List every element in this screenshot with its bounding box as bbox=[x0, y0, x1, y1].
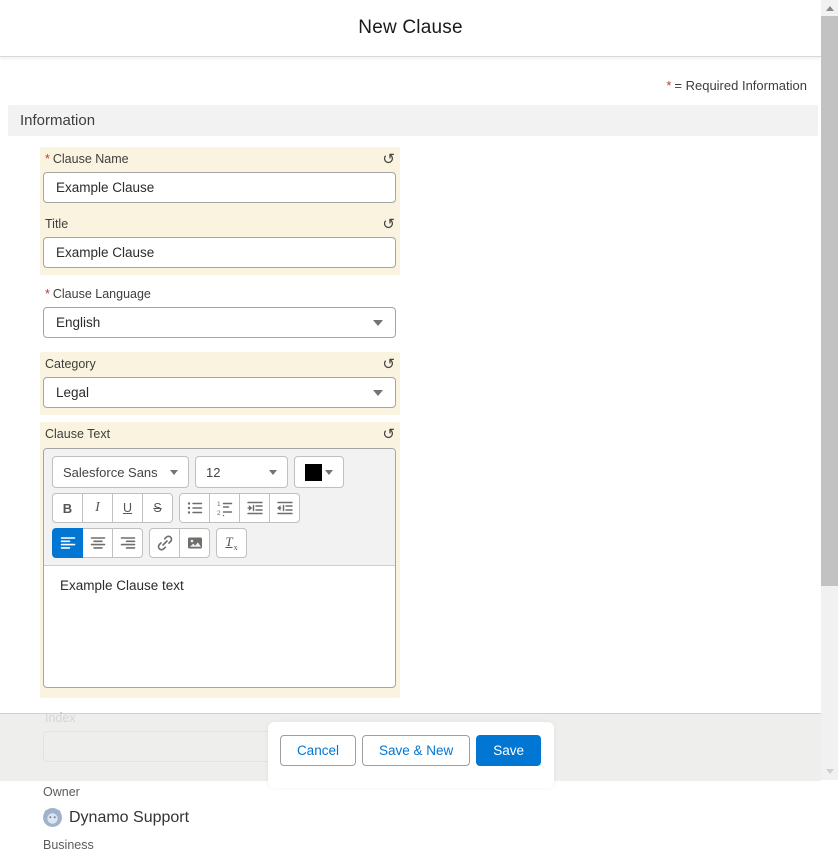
owner-section: Owner Dynamo Support Business bbox=[43, 783, 838, 852]
form-column: *Clause Name ↺ Title ↺ *Clause Language … bbox=[40, 147, 400, 769]
align-button-group bbox=[52, 528, 143, 558]
modal-header: New Clause bbox=[0, 0, 821, 57]
align-center-icon[interactable] bbox=[82, 528, 113, 558]
field-clause-text: Clause Text ↺ Salesforce Sans 12 bbox=[40, 422, 400, 698]
bold-button[interactable]: B bbox=[52, 493, 83, 523]
footer-button-panel: Cancel Save & New Save bbox=[268, 722, 554, 788]
rte-toolbar-row-3: Tx bbox=[52, 528, 387, 558]
docked-footer: Cancel Save & New Save bbox=[0, 713, 821, 781]
clause-name-label-row: *Clause Name ↺ bbox=[43, 150, 396, 172]
required-asterisk: * bbox=[45, 152, 50, 166]
chevron-down-icon bbox=[373, 390, 383, 396]
font-family-select[interactable]: Salesforce Sans bbox=[52, 456, 189, 488]
color-swatch bbox=[305, 464, 322, 481]
image-icon[interactable] bbox=[179, 528, 210, 558]
svg-text:2: 2 bbox=[217, 510, 221, 517]
category-select[interactable]: Legal bbox=[43, 377, 396, 408]
format-button-group: B I U S bbox=[52, 493, 173, 523]
clause-name-label: *Clause Name bbox=[45, 152, 129, 167]
list-button-group: 1 2 bbox=[179, 493, 300, 523]
section-title: Information bbox=[20, 112, 95, 129]
undo-icon[interactable]: ↺ bbox=[382, 427, 395, 441]
chevron-down-icon bbox=[325, 470, 333, 475]
owner-value: Dynamo Support bbox=[69, 809, 189, 827]
undo-icon[interactable]: ↺ bbox=[382, 357, 395, 371]
chevron-down-icon bbox=[170, 470, 178, 475]
category-label-row: Category ↺ bbox=[43, 355, 396, 377]
save-and-new-button[interactable]: Save & New bbox=[362, 735, 470, 766]
field-group-name-title: *Clause Name ↺ Title ↺ bbox=[40, 147, 400, 275]
font-size-value: 12 bbox=[206, 465, 220, 480]
required-info-note: *= Required Information bbox=[0, 78, 807, 94]
align-right-icon[interactable] bbox=[112, 528, 143, 558]
clause-language-select[interactable]: English bbox=[43, 307, 396, 338]
required-note-text: = Required Information bbox=[674, 78, 807, 93]
clause-text-label: Clause Text bbox=[45, 427, 110, 442]
clause-text-label-row: Clause Text ↺ bbox=[43, 425, 396, 447]
strikethrough-button[interactable]: S bbox=[142, 493, 173, 523]
clause-language-label: *Clause Language bbox=[45, 287, 151, 302]
rte-toolbar-row-2: B I U S bbox=[52, 493, 387, 523]
avatar bbox=[43, 808, 62, 827]
align-left-icon[interactable] bbox=[52, 528, 83, 558]
page-title: New Clause bbox=[358, 17, 462, 39]
owner-row: Dynamo Support bbox=[43, 808, 838, 827]
section-header-information: Information bbox=[8, 105, 818, 136]
insert-button-group bbox=[149, 528, 210, 558]
indent-icon[interactable] bbox=[239, 493, 270, 523]
clause-text-editor-body[interactable]: Example Clause text bbox=[44, 566, 395, 687]
rte-toolbar: Salesforce Sans 12 B bbox=[44, 449, 395, 566]
link-icon[interactable] bbox=[149, 528, 180, 558]
undo-icon[interactable]: ↺ bbox=[382, 152, 395, 166]
category-label: Category bbox=[45, 357, 96, 372]
font-family-value: Salesforce Sans bbox=[63, 465, 158, 480]
required-asterisk: * bbox=[45, 287, 50, 301]
chevron-down-icon bbox=[373, 320, 383, 326]
category-value: Legal bbox=[56, 385, 89, 400]
font-size-select[interactable]: 12 bbox=[195, 456, 288, 488]
italic-button[interactable]: I bbox=[82, 493, 113, 523]
business-label: Business bbox=[43, 838, 838, 852]
scroll-down-arrow-icon[interactable] bbox=[821, 763, 838, 780]
field-category: Category ↺ Legal bbox=[40, 352, 400, 415]
scrollbar-thumb[interactable] bbox=[821, 16, 838, 586]
numbered-list-icon[interactable]: 1 2 bbox=[209, 493, 240, 523]
text-color-button[interactable] bbox=[294, 456, 344, 488]
rte-toolbar-row-1: Salesforce Sans 12 bbox=[52, 456, 387, 488]
clear-formatting-icon[interactable]: Tx bbox=[216, 528, 247, 558]
title-input[interactable] bbox=[43, 237, 396, 268]
bullet-list-icon[interactable] bbox=[179, 493, 210, 523]
vertical-scrollbar[interactable] bbox=[821, 0, 838, 780]
field-clause-language: *Clause Language English bbox=[40, 282, 400, 345]
title-label: Title bbox=[45, 217, 68, 232]
svg-text:1: 1 bbox=[217, 501, 221, 508]
underline-button[interactable]: U bbox=[112, 493, 143, 523]
outdent-icon[interactable] bbox=[269, 493, 300, 523]
title-label-row: Title ↺ bbox=[43, 215, 396, 237]
clause-name-input[interactable] bbox=[43, 172, 396, 203]
scroll-up-arrow-icon[interactable] bbox=[821, 0, 838, 17]
chevron-down-icon bbox=[269, 470, 277, 475]
clause-language-value: English bbox=[56, 315, 100, 330]
clause-language-label-row: *Clause Language bbox=[43, 285, 396, 307]
save-button[interactable]: Save bbox=[476, 735, 541, 766]
cancel-button[interactable]: Cancel bbox=[280, 735, 356, 766]
rich-text-editor: Salesforce Sans 12 B bbox=[43, 448, 396, 688]
owner-label: Owner bbox=[43, 785, 80, 799]
required-asterisk: * bbox=[666, 78, 671, 93]
undo-icon[interactable]: ↺ bbox=[382, 217, 395, 231]
